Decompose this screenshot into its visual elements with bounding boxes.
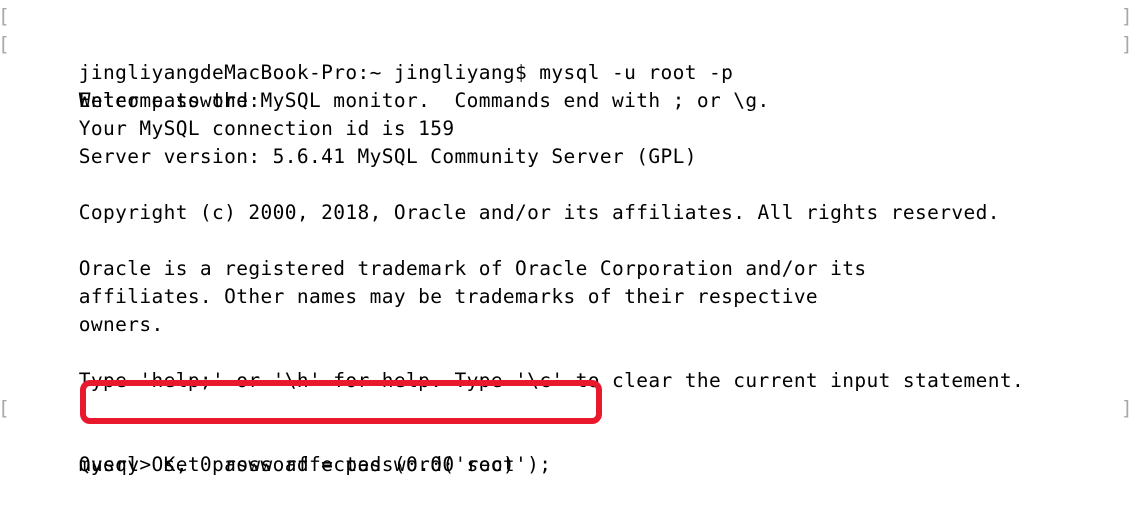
terminal-line: Copyright (c) 2000, 2018, Oracle and/or … <box>0 171 1134 224</box>
line-marker-left-icon: [ <box>0 31 10 59</box>
line-marker-left-icon: [ <box>0 3 10 31</box>
terminal-line: Query OK, 0 rows affected (0.00 sec) <box>0 423 1134 476</box>
terminal-line: Welcome to the MySQL monitor. Commands e… <box>0 59 1134 112</box>
terminal-line: [ Enter password: ] <box>0 31 1134 112</box>
terminal-line: Oracle is a registered trademark of Orac… <box>0 227 1134 280</box>
line-marker-right-icon: ] <box>1120 5 1133 28</box>
terminal-line: [ jingliyangdeMacBook-Pro:~ jingliyang$ … <box>0 3 1134 84</box>
terminal-command-line: [ mysql> set password = password('root')… <box>0 395 1134 476</box>
terminal-active-prompt[interactable]: mysql> <box>0 479 1134 506</box>
terminal-window[interactable]: [ jingliyangdeMacBook-Pro:~ jingliyang$ … <box>0 0 1134 506</box>
line-marker-right-icon: ] <box>1120 397 1133 420</box>
terminal-line: Server version: 5.6.41 MySQL Community S… <box>0 115 1134 168</box>
terminal-line: Type 'help;' or '\h' for help. Type '\c'… <box>0 339 1134 392</box>
line-marker-left-icon: [ <box>0 395 10 423</box>
terminal-line: affiliates. Other names may be trademark… <box>0 255 1134 308</box>
line-marker-right-icon: ] <box>1120 33 1133 56</box>
terminal-output: [ jingliyangdeMacBook-Pro:~ jingliyang$ … <box>0 3 1134 506</box>
terminal-line: Your MySQL connection id is 159 <box>0 87 1134 140</box>
terminal-line: owners. <box>0 283 1134 336</box>
